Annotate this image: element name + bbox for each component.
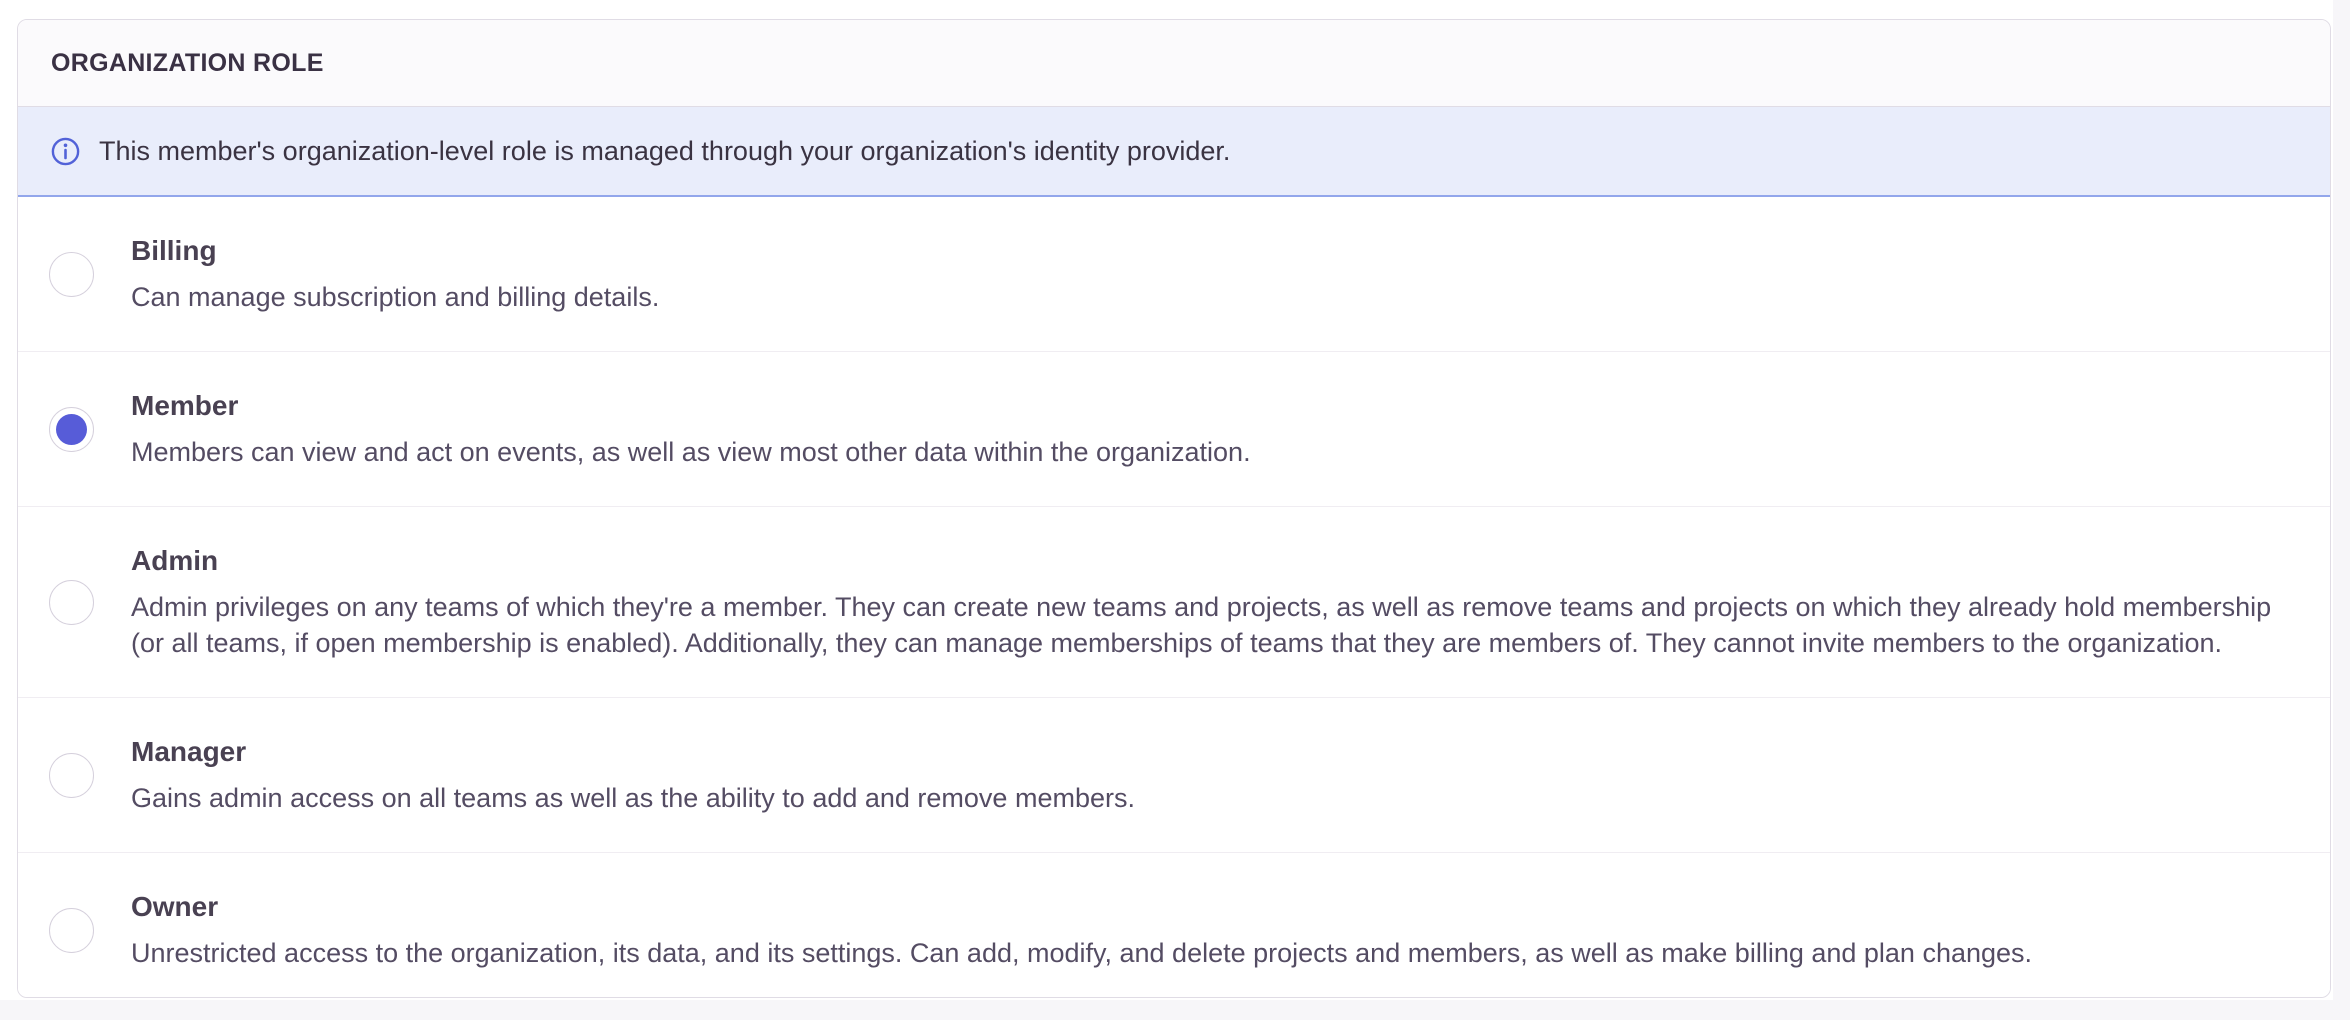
info-icon [51,137,80,166]
panel-title: ORGANIZATION ROLE [51,49,324,78]
radio-owner[interactable] [49,908,94,953]
role-text: Admin Admin privileges on any teams of w… [131,543,2290,661]
role-title: Billing [131,233,659,268]
role-title: Owner [131,889,2032,924]
role-text: Billing Can manage subscription and bill… [131,233,659,315]
radio-manager[interactable] [49,753,94,798]
role-description: Unrestricted access to the organization,… [131,935,2032,971]
role-text: Member Members can view and act on event… [131,388,1251,470]
role-option-owner[interactable]: Owner Unrestricted access to the organiz… [18,853,2330,998]
role-description: Gains admin access on all teams as well … [131,780,1135,816]
role-text: Manager Gains admin access on all teams … [131,734,1135,816]
role-option-admin[interactable]: Admin Admin privileges on any teams of w… [18,507,2330,698]
radio-billing[interactable] [49,252,94,297]
role-title: Manager [131,734,1135,769]
role-radio-group: Billing Can manage subscription and bill… [18,197,2330,998]
role-title: Admin [131,543,2290,578]
organization-role-panel: ORGANIZATION ROLE This member's organiza… [17,19,2331,998]
radio-member[interactable] [49,407,94,452]
panel-header: ORGANIZATION ROLE [18,20,2330,107]
role-option-member[interactable]: Member Members can view and act on event… [18,352,2330,507]
role-title: Member [131,388,1251,423]
role-description: Admin privileges on any teams of which t… [131,589,2290,661]
role-description: Can manage subscription and billing deta… [131,279,659,315]
role-text: Owner Unrestricted access to the organiz… [131,889,2032,971]
role-description: Members can view and act on events, as w… [131,434,1251,470]
role-option-manager[interactable]: Manager Gains admin access on all teams … [18,698,2330,853]
role-option-billing[interactable]: Billing Can manage subscription and bill… [18,197,2330,352]
alert-text: This member's organization-level role is… [99,136,1230,167]
radio-admin[interactable] [49,580,94,625]
idp-managed-alert: This member's organization-level role is… [18,107,2330,197]
